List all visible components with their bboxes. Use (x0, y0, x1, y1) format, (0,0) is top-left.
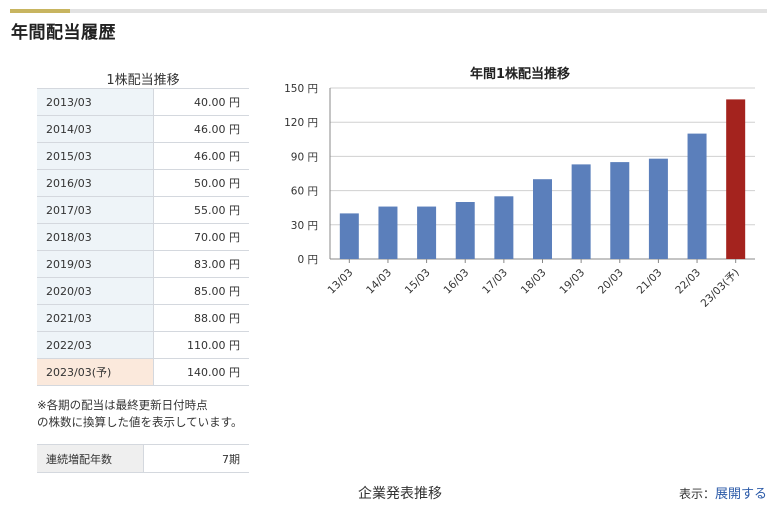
section-divider (10, 9, 767, 13)
company-trend-heading: 企業発表推移 (358, 486, 442, 502)
dividend-table-row: 2017/03 55.00 円 (37, 196, 249, 224)
dividend-amount-cell: 110.00 円 (153, 331, 249, 359)
dividend-amount-cell: 85.00 円 (153, 277, 249, 305)
dividend-amount-cell: 50.00 円 (153, 169, 249, 197)
x-tick-label: 19/03 (557, 267, 587, 297)
x-tick-label: 23/03(予) (699, 267, 742, 310)
x-tick-label: 16/03 (441, 267, 471, 297)
dividend-table-row: 2023/03(予) 140.00 円 (37, 358, 249, 386)
dividend-table-row: 2022/03 110.00 円 (37, 331, 249, 359)
x-tick-label: 13/03 (326, 267, 356, 297)
y-tick-label: 60 円 (291, 186, 318, 198)
streak-row: 連続増配年数 7期 (37, 444, 249, 473)
dividend-amount-cell: 140.00 円 (153, 358, 249, 386)
dividend-bar (417, 206, 437, 259)
dividend-bar (494, 196, 514, 259)
x-tick-label: 17/03 (480, 267, 510, 297)
dividend-amount-cell: 46.00 円 (153, 142, 249, 170)
dividend-table: 2013/03 40.00 円 2014/03 46.00 円 2015/03 46.00… (37, 88, 249, 386)
dividend-bar (571, 164, 591, 259)
display-toggle: 表示：展開する (679, 483, 767, 502)
x-tick-label: 21/03 (635, 267, 665, 297)
dividend-year-cell: 2020/03 (37, 277, 154, 305)
streak-value: 7期 (143, 444, 249, 473)
x-tick-label: 15/03 (403, 267, 433, 297)
dividend-table-row: 2015/03 46.00 円 (37, 142, 249, 170)
dividend-table-caption: 1株配当推移 (106, 73, 180, 88)
forecast-bar (726, 99, 746, 260)
dividend-amount-cell: 70.00 円 (153, 223, 249, 251)
dividend-note: ※各期の配当は最終更新日付時点 の株数に換算した値を表示しています。 (37, 397, 243, 431)
dividend-year-cell: 2019/03 (37, 250, 154, 278)
dividend-amount-cell: 88.00 円 (153, 304, 249, 332)
dividend-amount-cell: 83.00 円 (153, 250, 249, 278)
dividend-year-cell: 2016/03 (37, 169, 154, 197)
dividend-year-cell: 2013/03 (37, 88, 154, 116)
expand-link[interactable]: 展開する (715, 487, 767, 502)
dividend-bar (378, 206, 398, 259)
section-title: 年間配当履歴 (11, 23, 116, 43)
x-tick-label: 20/03 (596, 267, 626, 297)
dividend-bar (687, 133, 707, 259)
x-tick-label: 22/03 (673, 267, 703, 297)
y-tick-label: 30 円 (291, 220, 318, 232)
dividend-amount-cell: 55.00 円 (153, 196, 249, 224)
y-tick-label: 0 円 (297, 254, 318, 266)
note-line-1: ※各期の配当は最終更新日付時点 (37, 398, 208, 412)
streak-label: 連続増配年数 (37, 444, 144, 473)
dividend-table-row: 2016/03 50.00 円 (37, 169, 249, 197)
dividend-table-row: 2013/03 40.00 円 (37, 88, 249, 116)
x-tick-label: 18/03 (519, 267, 549, 297)
dividend-bar (339, 213, 359, 259)
y-tick-label: 120 円 (284, 117, 318, 129)
dividend-bar (610, 162, 630, 259)
dividend-bar (455, 202, 475, 259)
dividend-amount-cell: 40.00 円 (153, 88, 249, 116)
dividend-bar (648, 158, 668, 259)
dividend-table-row: 2019/03 83.00 円 (37, 250, 249, 278)
dividend-bar (533, 179, 552, 259)
dividend-year-cell: 2023/03(予) (37, 358, 154, 386)
dividend-year-cell: 2022/03 (37, 331, 154, 359)
note-line-2: の株数に換算した値を表示しています。 (37, 415, 243, 429)
section-accent-bar (10, 9, 70, 13)
y-tick-label: 90 円 (291, 151, 318, 163)
dividend-year-cell: 2018/03 (37, 223, 154, 251)
dividend-table-row: 2014/03 46.00 円 (37, 115, 249, 143)
dividend-bar-chart: 0 円 30 円 60 円 90 円 120 円 150 円 13/03 14/03 15/03… (284, 83, 755, 310)
dividend-year-cell: 2015/03 (37, 142, 154, 170)
y-tick-label: 150 円 (284, 83, 318, 95)
dividend-year-cell: 2021/03 (37, 304, 154, 332)
dividend-table-row: 2021/03 88.00 円 (37, 304, 249, 332)
dividend-year-cell: 2014/03 (37, 115, 154, 143)
dividend-table-row: 2018/03 70.00 円 (37, 223, 249, 251)
dividend-year-cell: 2017/03 (37, 196, 154, 224)
dividend-amount-cell: 46.00 円 (153, 115, 249, 143)
x-tick-label: 14/03 (364, 267, 394, 297)
display-label: 表示： (678, 487, 715, 501)
dividend-table-row: 2020/03 85.00 円 (37, 277, 249, 305)
streak-table: 連続増配年数 7期 (37, 444, 249, 473)
